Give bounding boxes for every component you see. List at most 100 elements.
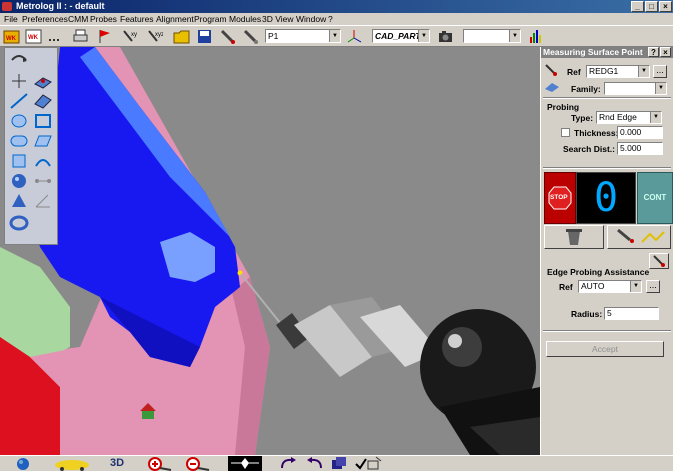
menu-file[interactable]: File <box>4 14 18 24</box>
chevron-down-icon: ▼ <box>650 112 661 123</box>
axis-icon[interactable] <box>346 28 363 45</box>
thickness-label: Thickness: <box>574 128 619 138</box>
angle-icon[interactable] <box>33 192 53 210</box>
search-dist-input[interactable]: 5.000 <box>617 142 663 155</box>
separator <box>543 97 671 99</box>
cad-part-select[interactable]: CAD_PART ▼ <box>372 29 430 43</box>
line-icon[interactable] <box>9 92 29 110</box>
probe-path-button[interactable] <box>607 225 671 249</box>
menu-features[interactable]: Features <box>120 14 154 24</box>
view-select[interactable]: ▼ <box>463 29 521 43</box>
distance-icon[interactable] <box>33 172 53 190</box>
chevron-down-icon: ▼ <box>655 83 666 94</box>
measure-arrow-icon[interactable] <box>9 52 29 70</box>
probe-xy-icon[interactable]: xy <box>121 28 138 45</box>
menu-help[interactable]: ? <box>328 14 333 24</box>
camera-icon[interactable] <box>437 28 454 45</box>
panel-title-bar: Measuring Surface Point ? × <box>541 47 673 58</box>
probe-arrow-icon[interactable] <box>219 28 236 45</box>
app-icon <box>2 2 12 11</box>
svg-text:WK: WK <box>6 36 17 42</box>
panel-title: Measuring Surface Point <box>543 47 643 57</box>
delete-point-button[interactable] <box>544 225 604 249</box>
menu-cmm[interactable]: CMM <box>68 14 88 24</box>
ref-select[interactable]: REDG1 ▼ <box>586 65 650 78</box>
measure-counter: 0 <box>576 172 636 224</box>
car-icon[interactable] <box>52 456 92 471</box>
edge-ref-browse-button[interactable]: ... <box>646 280 660 293</box>
cone-icon[interactable] <box>9 192 29 210</box>
svg-text:xyz: xyz <box>155 32 163 38</box>
probing-type-value: Rnd Edge <box>599 112 637 122</box>
radius-label: Radius: <box>571 309 603 319</box>
probing-type-select[interactable]: Rnd Edge ▼ <box>596 111 662 124</box>
zoom-out-icon[interactable] <box>185 456 213 471</box>
menu-preferences[interactable]: Preferences <box>22 14 68 24</box>
panel-help-button[interactable]: ? <box>648 47 659 57</box>
sphere-icon[interactable] <box>9 172 29 190</box>
torus-icon[interactable] <box>9 214 29 232</box>
probe-select-value: P1 <box>268 31 279 41</box>
chevron-down-icon: ▼ <box>418 30 429 42</box>
radius-input[interactable]: 5 <box>604 307 659 320</box>
plane-icon[interactable] <box>33 132 53 150</box>
menu-program[interactable]: Program <box>194 14 227 24</box>
slot-icon[interactable] <box>9 132 29 150</box>
feature-palette <box>4 47 58 245</box>
edge-probe-icon <box>653 255 665 267</box>
wk1-icon[interactable]: WK <box>3 28 20 45</box>
thickness-checkbox[interactable] <box>561 128 570 137</box>
menu-alignment[interactable]: Alignment <box>156 14 194 24</box>
globe-icon[interactable] <box>14 456 32 471</box>
wk2-icon[interactable]: WK <box>25 28 42 45</box>
cylinder-icon[interactable] <box>9 152 29 170</box>
ref-browse-button[interactable]: ... <box>653 65 667 78</box>
bar-chart-icon[interactable] <box>528 28 545 45</box>
point-icon[interactable] <box>9 72 29 90</box>
menu-modules[interactable]: Modules <box>229 14 261 24</box>
printer-icon[interactable] <box>72 28 89 45</box>
edge-group-label: Edge Probing Assistance <box>547 267 650 277</box>
edge-ref-value: AUTO <box>581 281 605 291</box>
3d-view-icon[interactable]: 3D <box>110 457 124 469</box>
3d-viewport[interactable] <box>0 47 540 455</box>
zoom-in-icon[interactable] <box>147 456 175 471</box>
save-icon[interactable] <box>196 28 213 45</box>
edge-ref-select[interactable]: AUTO ▼ <box>578 280 642 293</box>
panel-close-button[interactable]: × <box>660 47 671 57</box>
probe-pen-icon[interactable] <box>242 28 259 45</box>
main-toolbar: WK WK xy xyz P1 ▼ CAD_PART ▼ ▼ <box>0 25 673 47</box>
minimize-button[interactable]: _ <box>631 1 644 12</box>
menu-3dview[interactable]: 3D View <box>262 14 294 24</box>
probe-select[interactable]: P1 ▼ <box>265 29 341 43</box>
dots-icon[interactable] <box>46 28 63 45</box>
curve-icon[interactable] <box>33 152 53 170</box>
family-select[interactable]: ▼ <box>604 82 667 95</box>
folder-icon[interactable] <box>173 28 190 45</box>
menu-probes[interactable]: Probes <box>90 14 117 24</box>
bottom-toolbar: 3D <box>0 455 673 471</box>
maximize-button[interactable]: □ <box>645 1 658 12</box>
chevron-down-icon: ▼ <box>509 30 520 42</box>
cont-button[interactable]: CONT <box>637 172 673 224</box>
rotate-right-icon[interactable] <box>303 456 325 471</box>
thickness-input[interactable]: 0.000 <box>617 126 663 139</box>
stop-button[interactable]: STOP <box>544 172 576 224</box>
circle-icon[interactable] <box>9 112 29 130</box>
stop-label: STOP <box>550 194 568 201</box>
surface-point-icon[interactable] <box>33 72 53 90</box>
fit-view-icon[interactable] <box>228 456 262 471</box>
trash-icon <box>566 229 582 245</box>
rect-icon[interactable] <box>33 112 53 130</box>
probe-xyz-icon[interactable]: xyz <box>146 28 163 45</box>
surface-icon[interactable] <box>33 92 53 110</box>
menu-window[interactable]: Window <box>296 14 326 24</box>
edge-assist-button[interactable] <box>649 253 669 269</box>
flag-red-icon[interactable] <box>96 28 113 45</box>
menu-bar: File Preferences CMM Probes Features Ali… <box>0 13 673 25</box>
layers-icon[interactable] <box>330 456 348 471</box>
close-button[interactable]: × <box>659 1 672 12</box>
check-grid-icon[interactable] <box>354 456 382 471</box>
accept-button[interactable]: Accept <box>546 341 664 357</box>
rotate-left-icon[interactable] <box>278 456 300 471</box>
